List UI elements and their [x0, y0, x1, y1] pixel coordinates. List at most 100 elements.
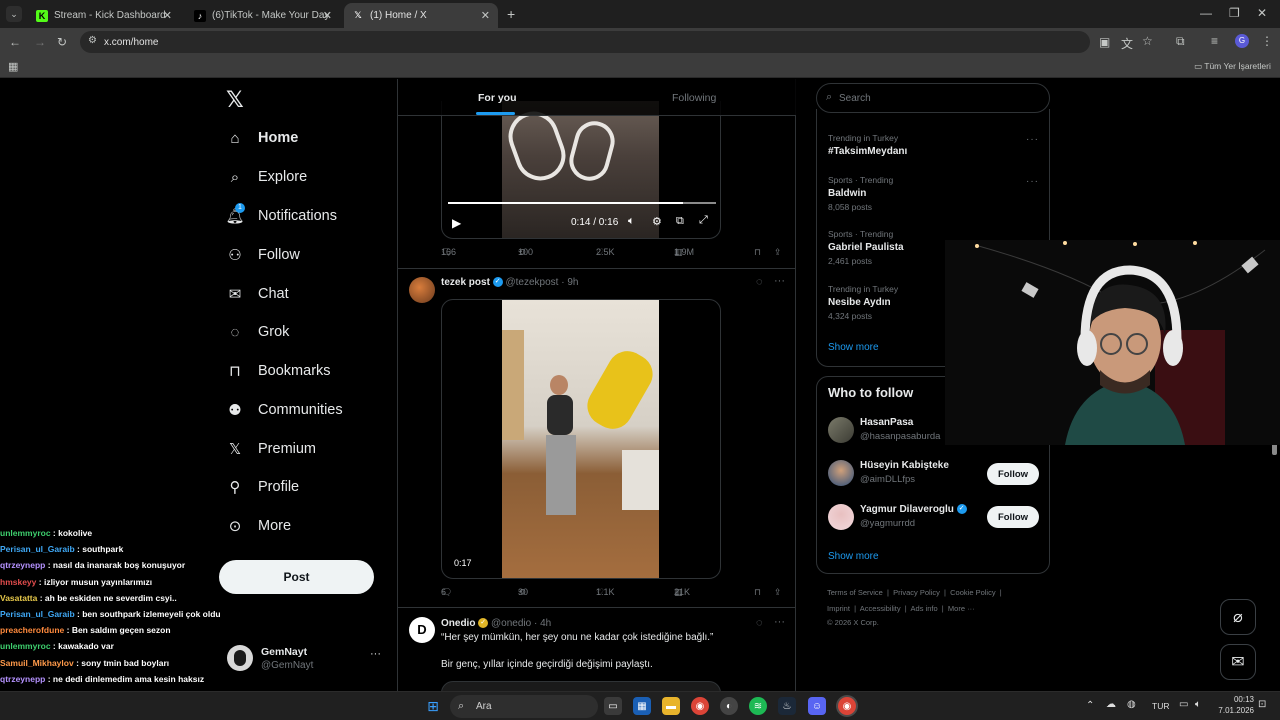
- close-tab-icon[interactable]: ✕: [163, 9, 172, 22]
- chat-username[interactable]: hmskeyy: [0, 577, 36, 587]
- trend-item[interactable]: Sports · Trending Baldwin 8,058 posts: [828, 175, 893, 212]
- reload-icon[interactable]: ↻: [57, 35, 67, 49]
- video-progress-track[interactable]: [448, 202, 716, 204]
- close-tab-icon[interactable]: ✕: [323, 9, 332, 22]
- language-indicator[interactable]: TUR: [1152, 701, 1169, 711]
- tab-search-icon[interactable]: ⌄: [6, 6, 22, 22]
- share-icon[interactable]: ⇪: [774, 247, 782, 258]
- play-icon[interactable]: ▶: [452, 216, 461, 230]
- chat-username[interactable]: Perisan_ul_Garaib: [0, 544, 75, 554]
- grok-icon[interactable]: ◌: [756, 617, 763, 629]
- tray-overflow-icon[interactable]: ⌃: [1086, 700, 1094, 711]
- author-name[interactable]: tezek post: [441, 277, 490, 288]
- trend-item[interactable]: Trending in Turkey #TaksimMeydanı: [828, 133, 907, 157]
- new-tab-icon[interactable]: +: [507, 6, 515, 22]
- bookmarks-folder[interactable]: ▭ Tüm Yer İşaretleri: [1194, 61, 1271, 72]
- nav-follow[interactable]: ⚇ Follow: [226, 241, 300, 269]
- volume-icon[interactable]: 🔈︎: [1195, 699, 1201, 710]
- post-button[interactable]: Post: [219, 560, 374, 594]
- tab-tiktok[interactable]: ♪ (6)TikTok - Make Your Day ✕: [186, 3, 340, 28]
- account-switcher[interactable]: GemNayt @GemNayt ···: [227, 644, 397, 676]
- volume-icon[interactable]: 🔈︎: [628, 215, 635, 228]
- store-icon[interactable]: ▦: [633, 697, 651, 715]
- tweet1-video[interactable]: ▶ 0:14 / 0:16 🔈︎ ⚙ ⧉ ⤢: [441, 101, 721, 239]
- follow-button[interactable]: Follow: [987, 506, 1039, 528]
- avatar[interactable]: D: [409, 617, 435, 643]
- footer-link[interactable]: Privacy Policy: [893, 588, 940, 597]
- grok-icon[interactable]: ◌: [756, 276, 763, 288]
- site-info-icon[interactable]: ⚙: [88, 35, 97, 46]
- footer-link[interactable]: Imprint: [827, 604, 850, 613]
- footer-link[interactable]: Ads info: [911, 604, 938, 613]
- network-tray-icon[interactable]: ◍: [1127, 699, 1136, 710]
- nav-grok[interactable]: ◌ Grok: [226, 318, 290, 346]
- chat-username[interactable]: qtrzeynepp: [0, 674, 45, 684]
- media-icon[interactable]: ≡: [1211, 34, 1218, 48]
- tab-following[interactable]: Following: [672, 92, 716, 104]
- footer-link[interactable]: Accessibility: [860, 604, 901, 613]
- settings-icon[interactable]: ⚙: [652, 215, 662, 228]
- nav-home[interactable]: ⌂ Home: [226, 124, 298, 152]
- chrome-icon[interactable]: ◉: [691, 697, 709, 715]
- trend-item[interactable]: Sports · Trending Gabriel Paulista 2,461…: [828, 229, 904, 266]
- nav-chat[interactable]: ✉ Chat: [226, 280, 289, 308]
- chat-username[interactable]: unlemmyroc: [0, 528, 51, 538]
- close-tab-icon[interactable]: ✕: [481, 9, 490, 22]
- follow-button[interactable]: Follow: [987, 463, 1039, 485]
- bookmark-icon[interactable]: ⊓: [754, 247, 761, 258]
- minimize-icon[interactable]: —: [1200, 6, 1212, 20]
- footer-link[interactable]: Terms of Service: [827, 588, 883, 597]
- nav-explore[interactable]: ⌕ Explore: [226, 163, 307, 191]
- more-dots-icon[interactable]: ···: [1026, 134, 1039, 145]
- apps-icon[interactable]: ▦: [8, 60, 18, 73]
- show-more-follow[interactable]: Show more: [828, 551, 879, 562]
- windows-start-icon[interactable]: ⊞: [424, 697, 442, 715]
- share-icon[interactable]: ⇪: [774, 587, 782, 598]
- restore-icon[interactable]: ❐: [1229, 6, 1240, 20]
- tab-kick[interactable]: K Stream - Kick Dashboard ✕: [28, 3, 180, 28]
- monitor-icon[interactable]: ▭: [1179, 699, 1188, 710]
- nav-more[interactable]: ⊙ More: [226, 512, 291, 540]
- taskbar-search[interactable]: ⌕ Ara: [450, 695, 598, 718]
- install-icon[interactable]: ▣: [1099, 35, 1110, 49]
- back-icon[interactable]: ←: [9, 35, 21, 49]
- footer-link[interactable]: More ···: [948, 604, 975, 613]
- avatar[interactable]: [409, 277, 435, 303]
- pip-icon[interactable]: ⧉: [676, 215, 684, 228]
- nav-profile[interactable]: ⚲ Profile: [226, 473, 300, 501]
- chat-username[interactable]: preacherofdune: [0, 625, 64, 635]
- bookmark-icon[interactable]: ⊓: [754, 587, 761, 598]
- file-explorer-icon[interactable]: ▬: [662, 697, 680, 715]
- chrome-active-icon[interactable]: ◉: [838, 697, 856, 715]
- nav-premium[interactable]: 𝕏 Premium: [226, 435, 316, 463]
- tab-for-you[interactable]: For you: [478, 92, 517, 104]
- tweet3-media[interactable]: [441, 681, 721, 691]
- more-dots-icon[interactable]: ···: [774, 616, 785, 628]
- tweet2-video[interactable]: 0:17: [441, 299, 721, 579]
- notifications-tray-icon[interactable]: ⊡: [1258, 699, 1266, 710]
- chat-username[interactable]: Perisan_ul_Garaib: [0, 609, 75, 619]
- translate-icon[interactable]: 文: [1121, 35, 1133, 52]
- url-field[interactable]: ⚙ x.com/home: [80, 31, 1090, 53]
- steam-icon[interactable]: ♨: [778, 697, 796, 715]
- nav-bookmarks[interactable]: ⊓ Bookmarks: [226, 357, 330, 385]
- chat-username[interactable]: Samuil_Mikhaylov: [0, 658, 74, 668]
- tab-x-home[interactable]: 𝕏 (1) Home / X ✕: [344, 3, 498, 28]
- nav-notifications[interactable]: 🔔︎ 1 Notifications: [225, 202, 337, 230]
- fullscreen-icon[interactable]: ⤢: [699, 214, 708, 227]
- author-handle[interactable]: @tezekpost: [505, 277, 558, 288]
- show-more-trends[interactable]: Show more: [828, 342, 879, 353]
- chat-username[interactable]: qtrzeynepp: [0, 560, 45, 570]
- author-handle[interactable]: @onedio: [491, 618, 531, 629]
- grok-icon[interactable]: ⌀: [1220, 599, 1256, 635]
- messages-icon[interactable]: ✉: [1220, 644, 1256, 680]
- app-icon[interactable]: ◐: [720, 697, 738, 715]
- clock-date[interactable]: 7.01.2026: [1212, 706, 1254, 715]
- profile-avatar-icon[interactable]: G: [1235, 34, 1249, 48]
- menu-icon[interactable]: ⋮: [1261, 34, 1273, 48]
- nav-communities[interactable]: ⚉ Communities: [226, 396, 342, 424]
- author-name[interactable]: Onedio: [441, 618, 475, 629]
- clock-time[interactable]: 00:13: [1226, 695, 1254, 704]
- footer-link[interactable]: Cookie Policy: [950, 588, 995, 597]
- star-icon[interactable]: ☆: [1142, 34, 1153, 48]
